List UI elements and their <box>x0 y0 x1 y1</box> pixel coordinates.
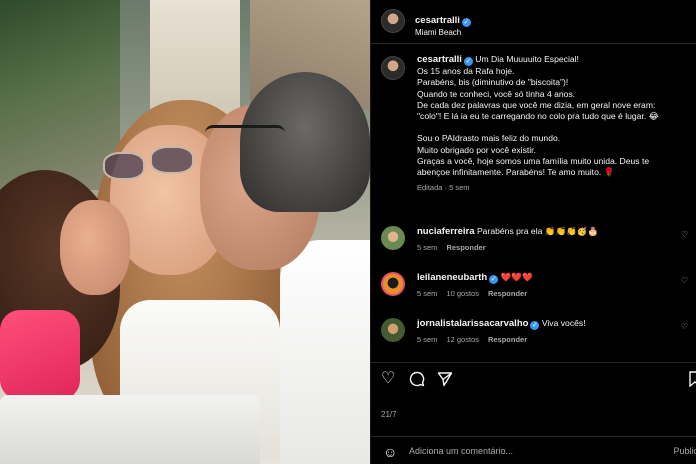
caption-author-avatar[interactable] <box>381 56 405 80</box>
commenter-username[interactable]: nuciaferreira <box>417 226 475 237</box>
comment-body: Parabéns pra ela 👏👏👏🥳🎂 <box>476 226 599 236</box>
comment-time[interactable]: 5 sem <box>417 289 437 298</box>
comment-time[interactable]: 5 sem <box>417 243 437 252</box>
caption-line: abençoe infinitamente. Parabéns! Te amo … <box>417 167 615 178</box>
caption-line-text: Um Dia Muuuuito Especial! <box>475 54 579 64</box>
verified-badge-icon: ✓ <box>530 321 540 330</box>
caption-line: Quando te conheci, você só tinha 4 anos. <box>417 88 576 99</box>
comment-body: ❤️❤️❤️ <box>500 272 533 282</box>
comment-icon[interactable] <box>409 371 425 391</box>
comment-likes[interactable]: 12 gostos <box>446 335 479 344</box>
verified-badge-icon: ✓ <box>489 275 499 284</box>
photo-girl-shirt <box>0 310 80 400</box>
comment-item: nuciaferreira Parabéns pra ela 👏👏👏🥳🎂 5 s… <box>371 226 696 260</box>
verified-badge-icon: ✓ <box>463 57 473 66</box>
comment-text: leilaneneubarth ✓ ❤️❤️❤️ <box>417 272 533 284</box>
comment-meta: 5 sem Responder <box>417 243 495 252</box>
verified-badge-icon: ✓ <box>461 18 471 27</box>
comment-input[interactable]: Adiciona um comentário... <box>409 446 513 456</box>
bookmark-icon[interactable] <box>689 371 696 391</box>
commenter-avatar[interactable] <box>381 272 405 296</box>
caption-line: "colo"! E lá ia eu te carregando no colo… <box>417 111 659 122</box>
caption-line: De cada dez palavras que você me dizia, … <box>417 99 656 110</box>
author-info: cesartralli ✓ Miami Beach <box>415 10 471 37</box>
photo-sunglasses-right <box>150 146 194 174</box>
caption-gap <box>417 122 693 133</box>
photo-man-shirt <box>280 240 370 464</box>
likes-count[interactable]: 21/7 <box>381 410 696 419</box>
caption-text: cesartralli ✓ Um Dia Muuuuito Especial! O… <box>417 54 693 193</box>
post-header: cesartralli ✓ Miami Beach <box>371 0 696 44</box>
comment-meta: 5 sem 12 gostos Responder <box>417 335 536 344</box>
comment-likes[interactable]: 10 gostos <box>446 289 479 298</box>
comment-item: leilaneneubarth ✓ ❤️❤️❤️ 5 sem 10 gostos Re… <box>371 272 696 306</box>
photo-sunglasses-left <box>103 152 145 180</box>
photo-man-glasses <box>205 125 285 147</box>
post-side-panel: cesartralli ✓ Miami Beach cesartralli ✓ Um… <box>370 0 696 464</box>
commenter-avatar[interactable] <box>381 226 405 250</box>
commenter-username[interactable]: jornalistalarissacarvalho <box>417 318 528 329</box>
comment-item: jornalistalarissacarvalho ✓ Viva vocês! 5… <box>371 318 696 352</box>
caption-line: Muito obrigado por você existir. <box>417 144 536 155</box>
author-username[interactable]: cesartralli <box>415 15 460 26</box>
comment-text: jornalistalarissacarvalho ✓ Viva vocês! <box>417 318 586 330</box>
comment-like-heart-icon[interactable]: ♡ <box>681 276 688 285</box>
comment-time[interactable]: 5 sem <box>417 335 437 344</box>
publish-button[interactable]: Publicar <box>673 446 696 456</box>
comment-body: Viva vocês! <box>541 318 586 328</box>
post-photo[interactable] <box>0 0 370 464</box>
comment-like-heart-icon[interactable]: ♡ <box>681 230 688 239</box>
post-location[interactable]: Miami Beach <box>415 28 471 37</box>
share-icon[interactable] <box>437 371 453 391</box>
photo-table <box>0 395 260 464</box>
caption-line: Os 15 anos da Rafa hoje. <box>417 66 515 76</box>
edited-timestamp: Editada · 5 sem <box>417 182 470 192</box>
reply-button[interactable]: Responder <box>488 335 527 344</box>
reply-button[interactable]: Responder <box>446 243 485 252</box>
caption-line: Parabéns, bis (diminutivo de "biscoita")… <box>417 77 569 88</box>
caption-author-username[interactable]: cesartralli <box>417 54 462 65</box>
comment-text: nuciaferreira Parabéns pra ela 👏👏👏🥳🎂 <box>417 226 598 237</box>
author-avatar[interactable] <box>381 9 405 33</box>
action-bar: ♡ <box>371 362 696 402</box>
caption-line: cesartralli ✓ Um Dia Muuuuito Especial! <box>417 54 693 66</box>
add-comment-bar: ☺ Adiciona um comentário... Publicar <box>371 436 696 464</box>
caption-line: Sou o PAIdrasto mais feliz do mundo. <box>417 133 561 144</box>
comment-like-heart-icon[interactable]: ♡ <box>681 322 688 331</box>
comment-meta: 5 sem 10 gostos Responder <box>417 289 536 298</box>
heart-icon[interactable]: ♡ <box>381 371 395 387</box>
reply-button[interactable]: Responder <box>488 289 527 298</box>
emoji-icon[interactable]: ☺ <box>383 444 397 460</box>
commenter-username[interactable]: leilaneneubarth <box>417 272 487 283</box>
photo-background-foliage <box>0 0 120 190</box>
caption-line: Graças a você, hoje somos uma família mu… <box>417 156 650 167</box>
photo-girl-face <box>60 200 130 295</box>
commenter-avatar[interactable] <box>381 318 405 342</box>
